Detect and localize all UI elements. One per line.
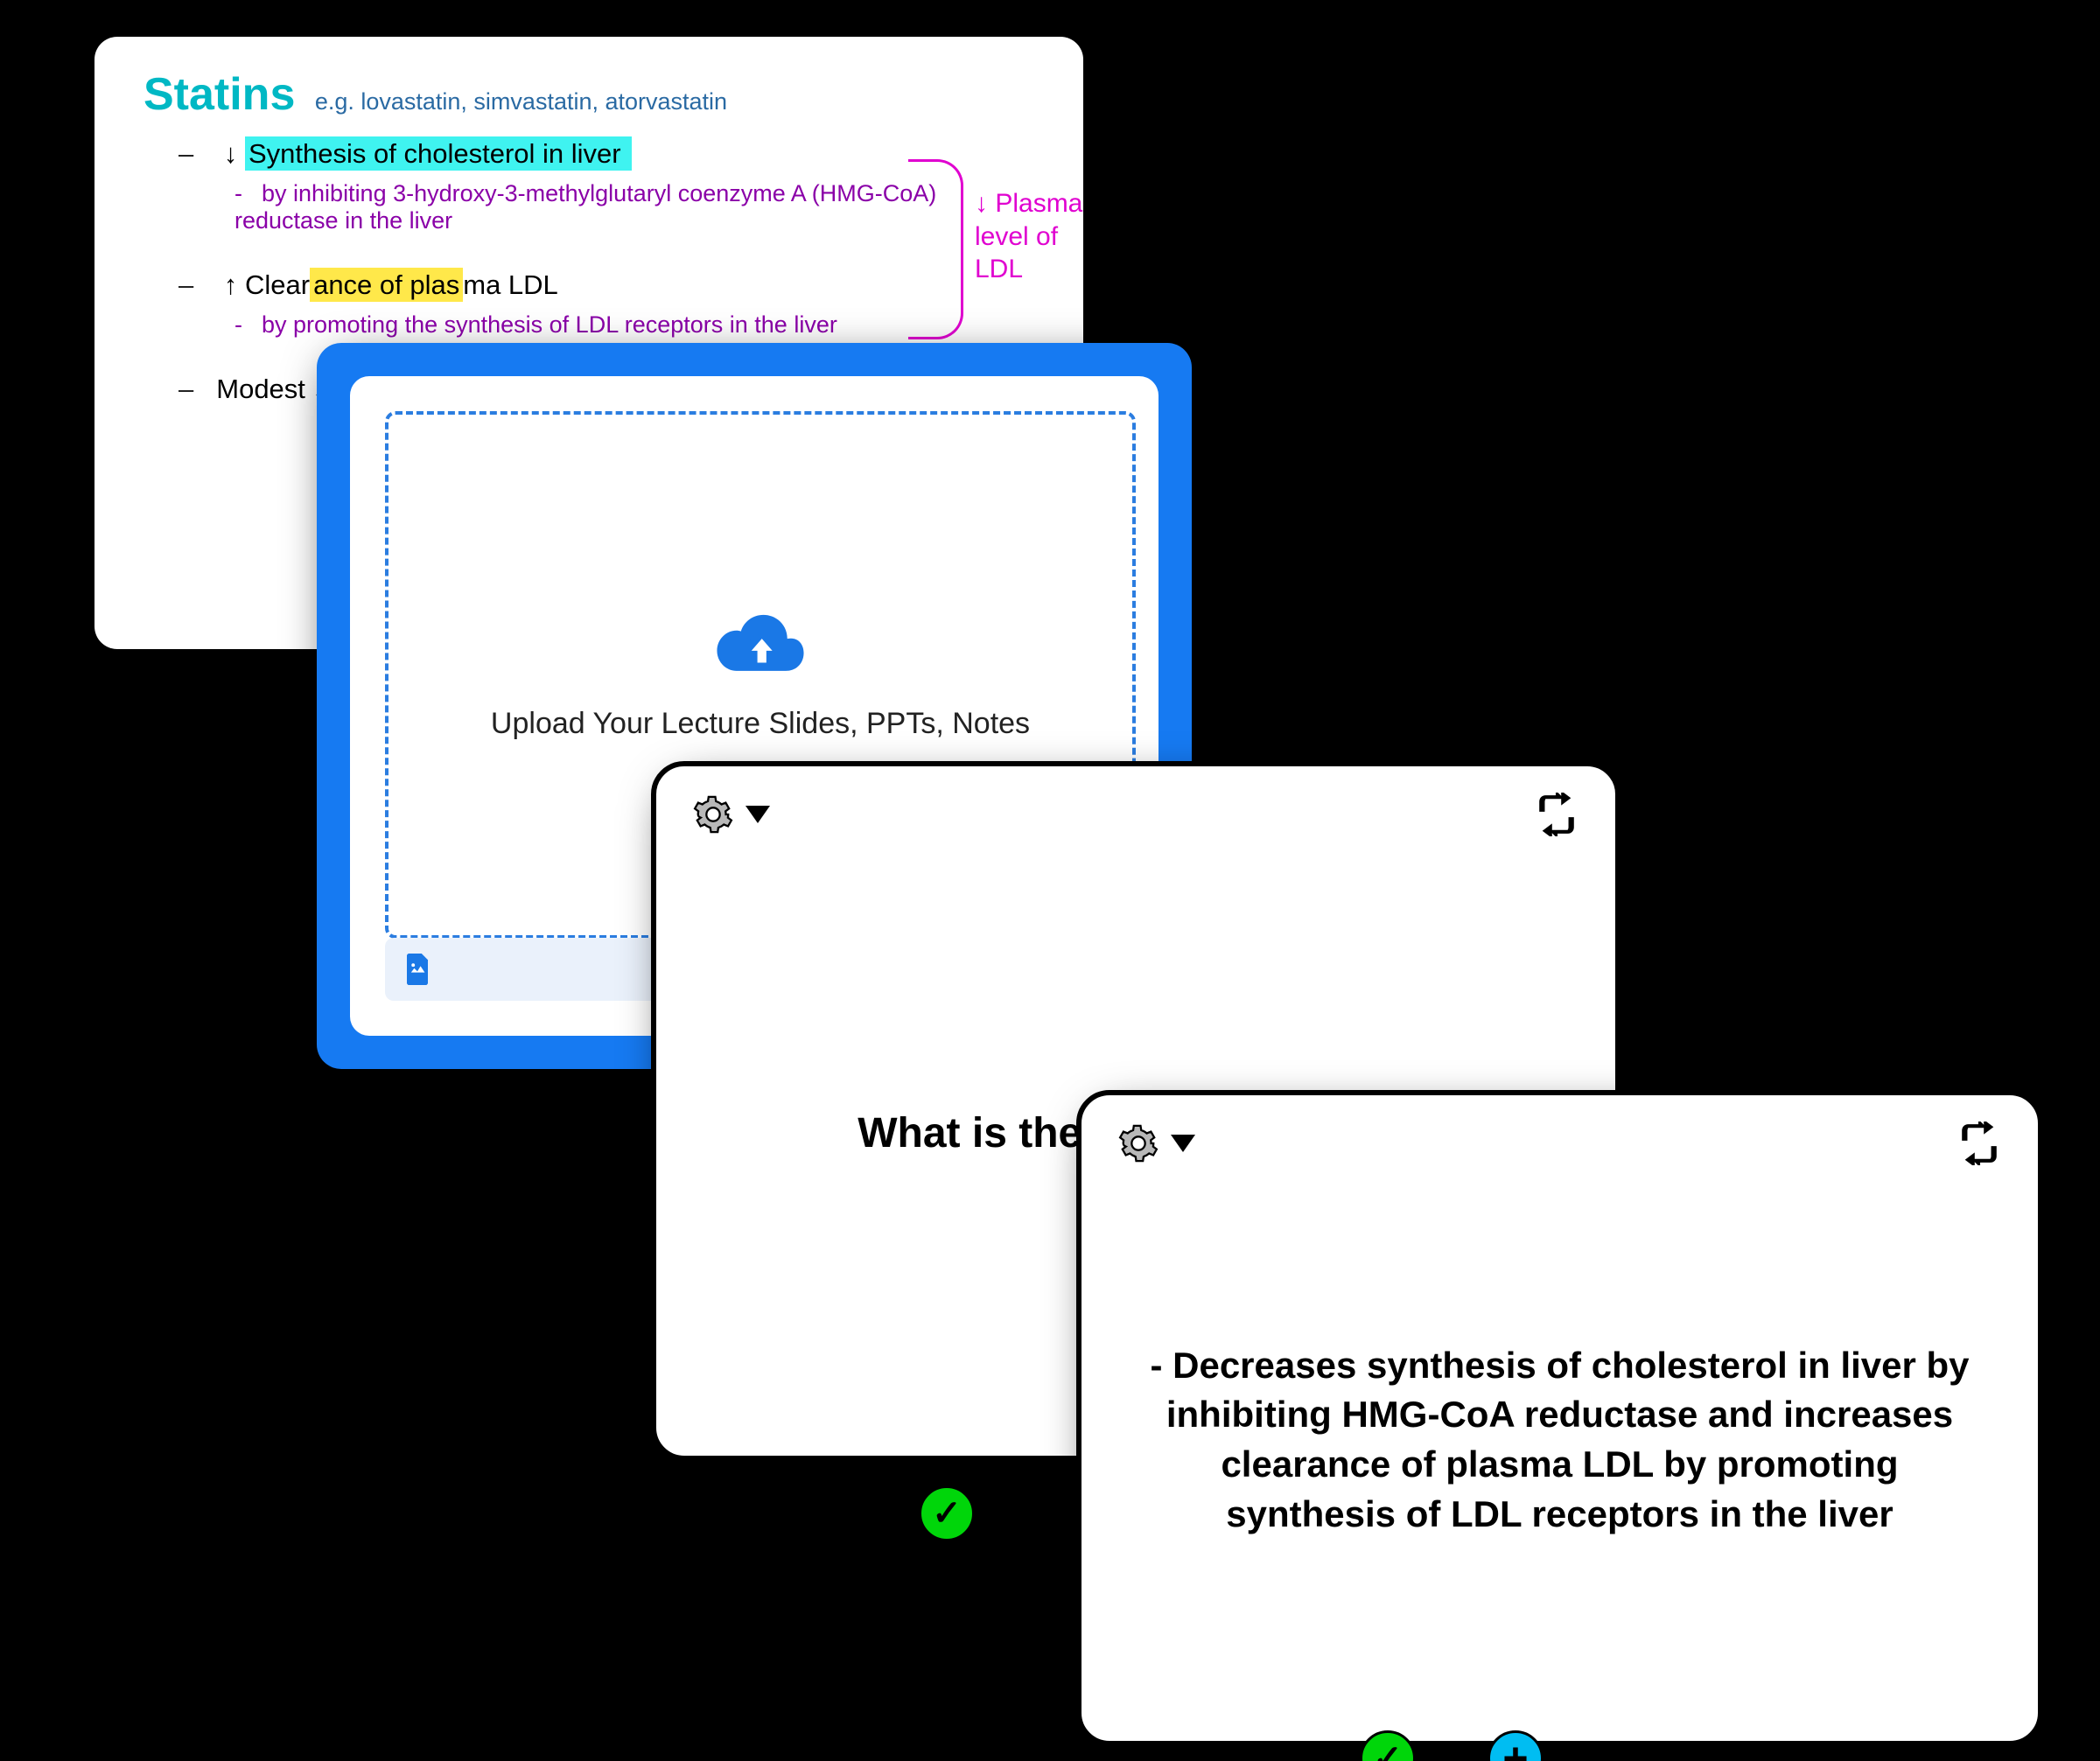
notes-subtitle: e.g. lovastatin, simvastatin, atorvastat…	[315, 88, 727, 115]
brace-icon	[908, 159, 963, 339]
card-settings-button[interactable]	[693, 794, 770, 835]
notes-item-2-highlight: ance of plas	[310, 268, 463, 302]
mark-correct-button[interactable]: ✓	[919, 1485, 975, 1541]
notes-title: Statins	[144, 68, 295, 121]
notes-item-2-suffix: ma LDL	[463, 269, 558, 300]
brace-label: ↓ Plasma level of LDL	[975, 187, 1082, 286]
gear-icon	[1118, 1123, 1158, 1164]
cloud-upload-icon	[712, 609, 808, 681]
flashcard-answer: - Decreases synthesis of cholesterol in …	[1143, 1341, 1977, 1540]
card-settings-button[interactable]	[1118, 1123, 1195, 1164]
notes-item-1-highlight: Synthesis of cholesterol in liver	[245, 136, 632, 171]
notes-item-2: ↑ Clearance of plasma LDL by promoting t…	[178, 269, 1034, 339]
flip-icon[interactable]	[1535, 793, 1578, 836]
flashcard-back[interactable]: - Decreases synthesis of cholesterol in …	[1076, 1090, 2043, 1746]
notes-item-1-arrow: ↓	[224, 138, 245, 169]
file-image-icon	[404, 954, 430, 985]
gear-icon	[693, 794, 733, 835]
check-icon: ✓	[1373, 1741, 1403, 1761]
flip-icon[interactable]	[1957, 1122, 2001, 1165]
notes-item-2-prefix: ↑ Clear	[224, 269, 310, 300]
plus-icon: +	[1502, 1737, 1528, 1761]
upload-prompt: Upload Your Lecture Slides, PPTs, Notes	[491, 707, 1030, 741]
chevron-down-icon	[746, 806, 770, 823]
notes-item-1: ↓ Synthesis of cholesterol in liver by i…	[178, 138, 1034, 234]
check-icon: ✓	[932, 1496, 962, 1531]
chevron-down-icon	[1171, 1135, 1195, 1152]
